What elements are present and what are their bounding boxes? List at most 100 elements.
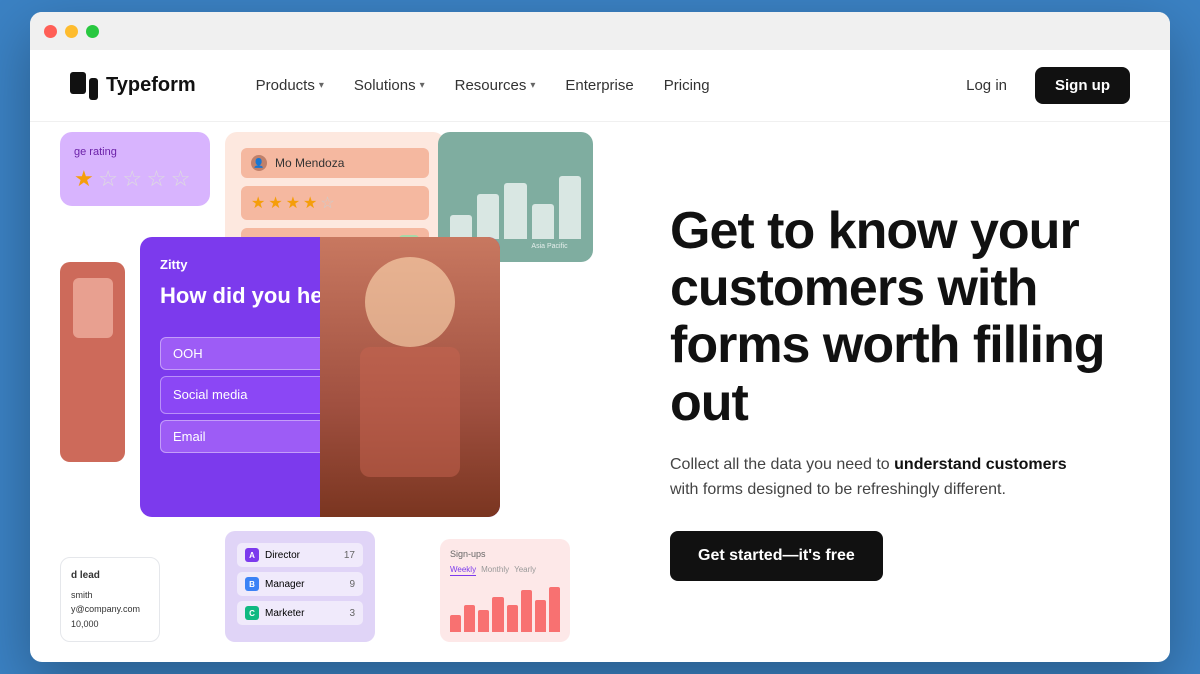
- hero-headline: Get to know your customers with forms wo…: [670, 203, 1120, 432]
- cta-button[interactable]: Get started—it's free: [670, 531, 883, 581]
- role-item-director: A Director 17: [237, 543, 363, 567]
- chart-bar: [532, 204, 554, 239]
- role-label: Director: [265, 550, 300, 561]
- nav-item-resources[interactable]: Resources ▾: [443, 71, 548, 100]
- nav-label-resources: Resources: [455, 77, 527, 94]
- profile-name-field: 👤 Mo Mendoza: [241, 148, 429, 178]
- rating-label: ge rating: [74, 146, 196, 158]
- chart-bars: [450, 169, 581, 239]
- hero-subtitle-bold: understand customers: [894, 456, 1066, 473]
- lead-amount: 10,000: [71, 617, 149, 631]
- signup-bar: [450, 615, 461, 633]
- card-survey: Zitty How did you hear about us? OOH Soc…: [140, 237, 500, 517]
- star-empty-icon: ☆: [320, 193, 334, 213]
- signup-bar: [535, 600, 546, 633]
- logo-icon: [70, 72, 98, 100]
- hero-subtitle-end: with forms designed to be refreshingly d…: [670, 481, 1006, 498]
- card-signup: Sign-ups Weekly Monthly Yearly: [440, 539, 570, 642]
- role-item-marketer: C Marketer 3: [237, 601, 363, 625]
- option-label: Email: [173, 429, 206, 444]
- chart-label: Asia Pacific: [518, 243, 581, 250]
- logo-text: Typeform: [106, 74, 196, 97]
- person-silhouette: [320, 237, 500, 517]
- signup-bar: [492, 597, 503, 632]
- option-label: Social media: [173, 387, 247, 402]
- nav-label-products: Products: [256, 77, 315, 94]
- card-lead: d lead smith y@company.com 10,000: [60, 557, 160, 642]
- maximize-dot[interactable]: [86, 25, 99, 38]
- main-content: ge rating ★ ☆ ☆ ☆ ☆ 👤 Mo Men: [30, 122, 1170, 662]
- role-badge-b: B: [245, 577, 259, 591]
- photo-overlay: [320, 237, 500, 517]
- star-empty-icon: ☆: [98, 166, 118, 191]
- user-icon: 👤: [251, 155, 267, 171]
- signup-bar: [478, 610, 489, 633]
- role-label: Manager: [265, 579, 304, 590]
- hero-subtitle-plain: Collect all the data you need to: [670, 456, 894, 473]
- card-rating: ge rating ★ ☆ ☆ ☆ ☆: [60, 132, 210, 206]
- role-count: 9: [349, 579, 355, 590]
- signup-bar: [507, 605, 518, 633]
- block-coral: [60, 262, 125, 462]
- star-empty-icon: ☆: [147, 166, 167, 191]
- logo[interactable]: Typeform: [70, 72, 196, 100]
- lead-name: smith: [71, 588, 149, 602]
- nav-label-pricing: Pricing: [664, 77, 710, 94]
- chevron-down-icon: ▾: [319, 80, 324, 91]
- nav-right: Log in Sign up: [950, 67, 1130, 104]
- hero-section: Get to know your customers with forms wo…: [610, 122, 1170, 662]
- role-label: Marketer: [265, 608, 304, 619]
- signup-bar: [521, 590, 532, 633]
- lead-email: y@company.com: [71, 602, 149, 616]
- nav-item-solutions[interactable]: Solutions ▾: [342, 71, 437, 100]
- option-label: OOH: [173, 346, 203, 361]
- signup-button[interactable]: Sign up: [1035, 67, 1130, 104]
- signup-label: Sign-ups: [450, 549, 560, 559]
- option-weekly[interactable]: Weekly: [450, 565, 476, 576]
- star-empty-icon: ☆: [122, 166, 142, 191]
- browser-content: Typeform Products ▾ Solutions ▾ Resource…: [30, 50, 1170, 662]
- nav-links: Products ▾ Solutions ▾ Resources ▾ Enter…: [244, 71, 950, 100]
- signup-bar: [549, 587, 560, 632]
- star-filled-icon: ★: [251, 193, 265, 213]
- chart-bar: [450, 215, 472, 240]
- signup-chart: [450, 582, 560, 632]
- role-count: 3: [349, 608, 355, 619]
- card-roles: A Director 17 B Manager 9 C Marketer: [225, 531, 375, 642]
- collage-grid: ge rating ★ ☆ ☆ ☆ ☆ 👤 Mo Men: [30, 122, 610, 662]
- nav-label-solutions: Solutions: [354, 77, 416, 94]
- lead-title: d lead: [71, 568, 149, 584]
- minimize-dot[interactable]: [65, 25, 78, 38]
- role-badge-c: C: [245, 606, 259, 620]
- star-empty-icon: ☆: [171, 166, 191, 191]
- option-yearly[interactable]: Yearly: [514, 565, 536, 576]
- login-button[interactable]: Log in: [950, 69, 1023, 102]
- chart-bar: [477, 194, 499, 240]
- browser-window: Typeform Products ▾ Solutions ▾ Resource…: [30, 12, 1170, 662]
- rating-stars: ★ ☆ ☆ ☆ ☆: [74, 166, 196, 192]
- navbar: Typeform Products ▾ Solutions ▾ Resource…: [30, 50, 1170, 122]
- stars-row: ★ ★ ★ ★ ☆: [251, 193, 335, 213]
- star-filled-icon: ★: [303, 193, 317, 213]
- profile-name: Mo Mendoza: [275, 156, 344, 170]
- signup-bar: [464, 605, 475, 633]
- nav-item-pricing[interactable]: Pricing: [652, 71, 722, 100]
- nav-item-enterprise[interactable]: Enterprise: [553, 71, 645, 100]
- chart-bar: [559, 176, 581, 239]
- signup-options: Weekly Monthly Yearly: [450, 565, 560, 576]
- role-item-manager: B Manager 9: [237, 572, 363, 596]
- nav-item-products[interactable]: Products ▾: [244, 71, 336, 100]
- chart-bar: [504, 183, 526, 239]
- role-badge-a: A: [245, 548, 259, 562]
- collage-area: ge rating ★ ☆ ☆ ☆ ☆ 👤 Mo Men: [30, 122, 610, 662]
- star-filled-icon: ★: [286, 193, 300, 213]
- star-filled-icon: ★: [268, 193, 282, 213]
- coral-inner: [73, 278, 113, 338]
- star-filled-icon: ★: [74, 166, 94, 191]
- option-monthly[interactable]: Monthly: [481, 565, 509, 576]
- close-dot[interactable]: [44, 25, 57, 38]
- chevron-down-icon: ▾: [530, 80, 535, 91]
- titlebar: [30, 12, 1170, 50]
- nav-label-enterprise: Enterprise: [565, 77, 633, 94]
- chevron-down-icon: ▾: [420, 80, 425, 91]
